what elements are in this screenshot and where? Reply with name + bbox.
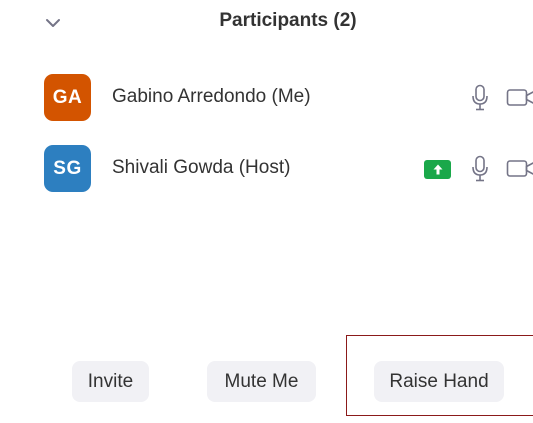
avatar: SG bbox=[44, 145, 91, 192]
share-screen-icon bbox=[424, 160, 451, 179]
avatar-initials: SG bbox=[53, 157, 82, 179]
microphone-icon[interactable] bbox=[469, 83, 491, 113]
participants-panel: Participants (2) GA Gabino Arredondo (Me… bbox=[0, 0, 533, 423]
participant-name: Shivali Gowda (Host) bbox=[112, 157, 291, 178]
camera-icon[interactable] bbox=[506, 158, 533, 180]
participant-name: Gabino Arredondo (Me) bbox=[112, 86, 311, 107]
invite-button[interactable]: Invite bbox=[72, 361, 149, 402]
camera-icon[interactable] bbox=[506, 87, 533, 109]
mute-me-button[interactable]: Mute Me bbox=[207, 361, 316, 402]
avatar: GA bbox=[44, 74, 91, 121]
participant-row[interactable]: GA Gabino Arredondo (Me) bbox=[0, 70, 533, 126]
avatar-initials: GA bbox=[52, 86, 83, 108]
raise-hand-button[interactable]: Raise Hand bbox=[374, 361, 504, 402]
microphone-icon[interactable] bbox=[469, 154, 491, 184]
panel-title: Participants (2) bbox=[219, 10, 357, 31]
participant-row[interactable]: SG Shivali Gowda (Host) bbox=[0, 141, 533, 197]
